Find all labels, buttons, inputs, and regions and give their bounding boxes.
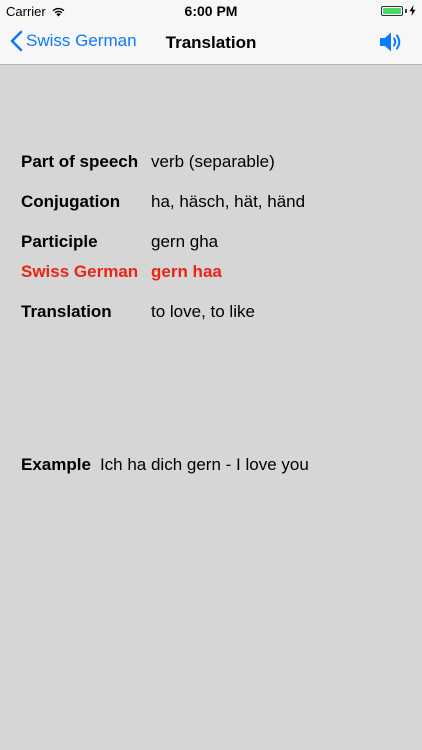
battery-tip bbox=[405, 8, 407, 13]
battery-icon bbox=[381, 5, 403, 16]
participle-value: gern gha bbox=[151, 232, 219, 251]
navigation-bar: Swiss German Translation bbox=[0, 22, 422, 65]
conjugation-value: ha, häsch, hät, händ bbox=[151, 192, 306, 211]
conjugation-row: Conjugation ha, häsch, hät, händ bbox=[21, 190, 411, 214]
status-bar: Carrier 6:00 PM bbox=[0, 0, 422, 22]
part-of-speech-row: Part of speech verb (separable) bbox=[21, 150, 411, 174]
swiss-german-value: gern haa bbox=[151, 262, 222, 281]
speaker-icon[interactable] bbox=[378, 29, 404, 55]
conjugation-label: Conjugation bbox=[21, 192, 121, 211]
example-label: Example bbox=[21, 455, 91, 474]
part-of-speech-value: verb (separable) bbox=[151, 152, 275, 171]
translation-value: to love, to like bbox=[151, 302, 255, 321]
participle-label: Participle bbox=[21, 232, 98, 251]
swiss-german-label: Swiss German bbox=[21, 262, 139, 281]
status-time: 6:00 PM bbox=[184, 3, 238, 19]
charging-icon bbox=[409, 5, 416, 16]
page-title: Translation bbox=[165, 33, 257, 52]
status-right bbox=[381, 5, 416, 16]
swiss-german-row: Swiss German gern haa bbox=[21, 260, 411, 284]
example-row: Example Ich ha dich gern - I love you bbox=[21, 455, 309, 475]
battery-fill bbox=[383, 7, 401, 14]
example-text: Ich ha dich gern - I love you bbox=[99, 455, 309, 474]
entry-details: Part of speech verb (separable) Conjugat… bbox=[21, 150, 411, 324]
part-of-speech-label: Part of speech bbox=[21, 152, 139, 171]
participle-row: Participle gern gha bbox=[21, 230, 411, 254]
translation-row: Translation to love, to like bbox=[21, 300, 411, 324]
translation-label: Translation bbox=[21, 302, 112, 321]
